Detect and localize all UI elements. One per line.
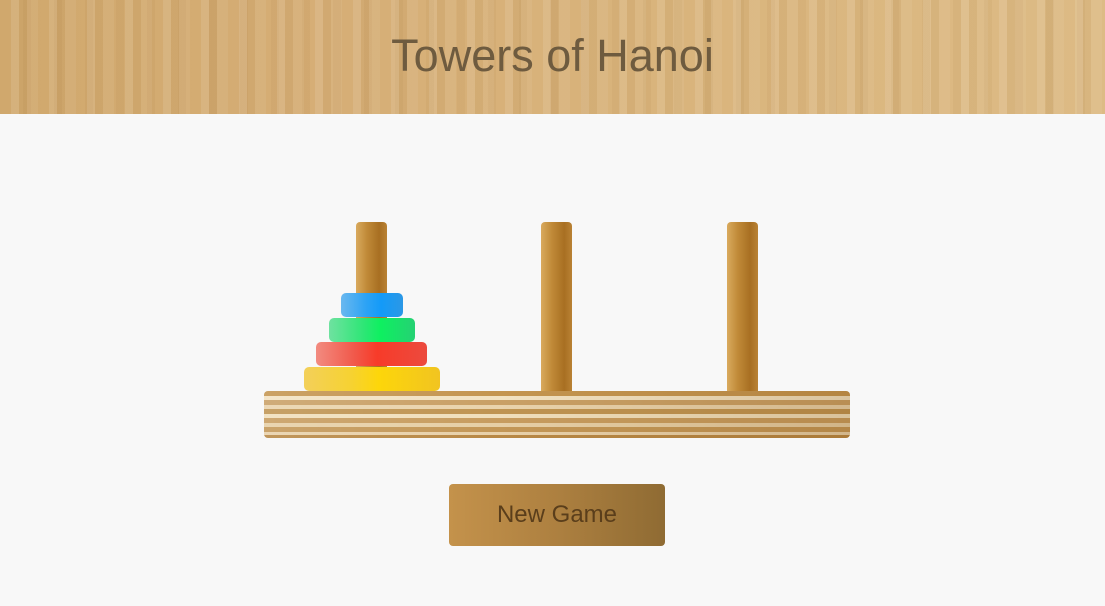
disk-blue[interactable] <box>341 293 403 317</box>
disk-yellow[interactable] <box>304 367 440 391</box>
peg-3[interactable] <box>727 222 758 393</box>
peg-2[interactable] <box>541 222 572 393</box>
header-banner: Towers of Hanoi <box>0 0 1105 114</box>
disk-red[interactable] <box>316 342 427 366</box>
disk-green[interactable] <box>329 318 415 342</box>
page-title: Towers of Hanoi <box>391 30 714 81</box>
new-game-button[interactable]: New Game <box>449 484 665 546</box>
board-base <box>264 391 850 438</box>
